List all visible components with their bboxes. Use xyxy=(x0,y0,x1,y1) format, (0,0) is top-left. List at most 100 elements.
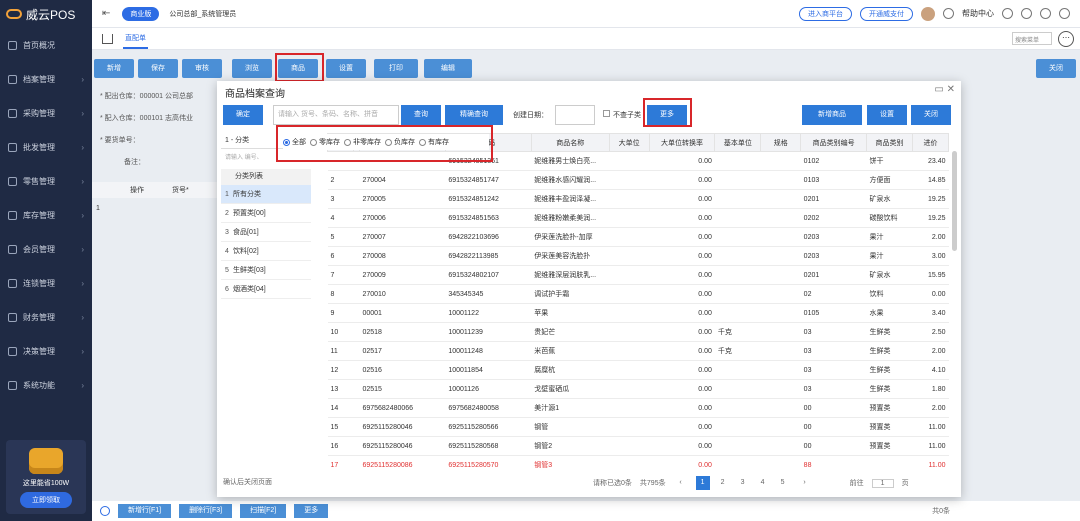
table-cell: 0.00 xyxy=(649,284,715,304)
sidebar-item-1[interactable]: 档案管理 › xyxy=(0,62,92,96)
toolbar-close-button[interactable]: 关闭 xyxy=(1036,59,1076,78)
page-number[interactable]: 5 xyxy=(776,476,790,490)
table-row[interactable]: 5 270007 6942822103696 伊采莲洗脸扑-加厚 0.00 0203 果汁 2… xyxy=(327,227,949,247)
create-date-select[interactable] xyxy=(555,105,595,125)
lock-icon[interactable] xyxy=(1040,8,1051,19)
toolbar-edit-button[interactable]: 编辑 xyxy=(424,59,472,78)
search-input[interactable]: 请输入 货号、条码、名称、拼音 xyxy=(273,105,399,125)
page-number[interactable]: 3 xyxy=(736,476,750,490)
open-pay-button[interactable]: 开通威支付 xyxy=(860,6,913,21)
promo-claim-button[interactable]: 立即领取 xyxy=(20,492,72,508)
query-button[interactable]: 查询 xyxy=(401,105,441,125)
help-icon[interactable] xyxy=(943,8,954,19)
table-row[interactable]: 11 02517 100011248 米芭蕉 0.00 千克 03 生鲜类 2.00 xyxy=(327,341,949,361)
toolbar-audit-button[interactable]: 审核 xyxy=(182,59,222,78)
toolbar-new-button[interactable]: 新增 xyxy=(94,59,134,78)
sidebar-item-10[interactable]: 系统功能 › xyxy=(0,368,92,402)
help-center-link[interactable]: 帮助中心 xyxy=(962,8,994,19)
column-header[interactable]: 大单位 xyxy=(608,133,650,152)
confirm-close-checkbox-label[interactable]: 确认后关闭页面 xyxy=(223,477,272,487)
category-item[interactable]: 4 饮料[02] xyxy=(221,242,311,261)
category-item[interactable]: 6 烟酒类[04] xyxy=(221,280,311,299)
scan-button[interactable]: 扫描[F2] xyxy=(240,504,287,518)
goto-page-input[interactable]: 1 xyxy=(871,478,894,488)
table-cell: 方便面 xyxy=(866,170,913,190)
add-row-button[interactable]: 新增行[F1] xyxy=(118,504,172,518)
table-cell: 4 xyxy=(327,208,354,228)
out-warehouse-value[interactable]: 000001 公司总部 xyxy=(140,93,193,100)
next-page-icon[interactable]: › xyxy=(798,476,812,490)
confirm-button[interactable]: 确定 xyxy=(223,105,263,125)
sidebar-item-9[interactable]: 决策管理 › xyxy=(0,334,92,368)
table-row[interactable]: 10 02518 100011239 贵妃芒 0.00 千克 03 生鲜类 2.50 xyxy=(327,322,949,342)
search-menu-input[interactable]: 搜索菜单 xyxy=(1012,32,1052,45)
table-cell: 6975682480066 xyxy=(359,398,446,418)
close-icon[interactable]: ▭ ✕ xyxy=(934,84,955,95)
column-header[interactable]: 进价 xyxy=(911,133,949,152)
column-header[interactable]: 基本单位 xyxy=(714,133,762,152)
table-row[interactable]: 8 270010 345345345 调试护手霜 0.00 02 饮料 0.00 xyxy=(327,284,949,304)
table-cell: 0.00 xyxy=(649,303,715,323)
refresh-icon[interactable] xyxy=(100,506,110,516)
toolbar-settings-button[interactable]: 设置 xyxy=(326,59,366,78)
toolbar-save-button[interactable]: 保存 xyxy=(138,59,178,78)
in-warehouse-value[interactable]: 000101 志高伟业 xyxy=(140,115,193,122)
sidebar-item-7[interactable]: 连锁管理 › xyxy=(0,266,92,300)
sidebar-item-3[interactable]: 批发管理 › xyxy=(0,130,92,164)
info-icon[interactable] xyxy=(1002,8,1013,19)
page-number[interactable]: 2 xyxy=(716,476,730,490)
power-icon[interactable] xyxy=(1059,8,1070,19)
modal-settings-button[interactable]: 设置 xyxy=(867,105,907,125)
table-row[interactable]: 9 00001 10001122 苹果 0.00 0105 水果 3.40 xyxy=(327,303,949,323)
delete-row-button[interactable]: 删除行[F3] xyxy=(179,504,233,518)
table-row[interactable]: 14 6975682480066 6975682480058 美汁源1 0.00 00 预置… xyxy=(327,398,949,418)
table-scrollbar[interactable] xyxy=(952,151,957,251)
table-row[interactable]: 2 270004 6915324851747 妮维雅水感闪耀润... 0.00 0103 方… xyxy=(327,170,949,190)
table-row[interactable]: 17 6925115280086 6925115280570 钢管3 0.00 88 11.… xyxy=(327,455,949,468)
sidebar-item-6[interactable]: 会员管理 › xyxy=(0,232,92,266)
table-cell: 妮维雅男士焕白亮... xyxy=(531,151,610,171)
more-button[interactable]: 更多 xyxy=(294,504,329,518)
table-cell: 6915324851747 xyxy=(445,170,532,190)
column-header[interactable]: 商品类别 xyxy=(866,133,913,152)
table-row[interactable]: 12 02516 100011854 腐糜杭 0.00 03 生鲜类 4.10 xyxy=(327,360,949,380)
sidebar-item-0[interactable]: 首页概况 xyxy=(0,28,92,62)
modal-close-button[interactable]: 关闭 xyxy=(911,105,951,125)
column-header[interactable]: 大单位转换率 xyxy=(648,133,716,152)
table-row[interactable]: 7 270009 6915324802107 妮维雅深层润肤乳... 0.00 0201 矿… xyxy=(327,265,949,285)
bell-icon[interactable] xyxy=(1021,8,1032,19)
table-row[interactable]: 3 270005 6915324851242 妮维雅丰盈润泽凝... 0.00 0201 矿… xyxy=(327,189,949,209)
sidebar-item-2[interactable]: 采购管理 › xyxy=(0,96,92,130)
add-product-button[interactable]: 新增商品 xyxy=(802,105,862,125)
category-item[interactable]: 3 食品[01] xyxy=(221,223,311,242)
sidebar-item-8[interactable]: 财务管理 › xyxy=(0,300,92,334)
table-row[interactable]: 16 6925115280046 6925115280568 钢管2 0.00 00 预置类… xyxy=(327,436,949,456)
category-item[interactable]: 1 所有分类 xyxy=(221,185,311,204)
no-children-checkbox[interactable] xyxy=(603,110,610,117)
tab-direct-order[interactable]: 直配单 xyxy=(123,29,148,49)
table-row[interactable]: 15 6925115280046 6925115280566 钢管 0.00 00 预置类 1… xyxy=(327,417,949,437)
toolbar-browse-button[interactable]: 浏览 xyxy=(232,59,272,78)
table-cell xyxy=(714,151,761,171)
precise-query-button[interactable]: 精确查询 xyxy=(445,105,503,125)
table-row[interactable]: 4 270006 6915324851563 妮维雅粉嫩柔美润... 0.00 0202 碳… xyxy=(327,208,949,228)
table-row[interactable]: 13 02515 10001126 戈壁蜜硒瓜 0.00 03 生鲜类 1.80 xyxy=(327,379,949,399)
sidebar-item-4[interactable]: 零售管理 › xyxy=(0,164,92,198)
column-header[interactable]: 商品类别编号 xyxy=(800,133,868,152)
page-number[interactable]: 1 xyxy=(695,476,710,490)
column-header[interactable]: 商品名称 xyxy=(530,133,610,152)
table-row[interactable]: 6 270008 6942822113985 伊采莲美容洗脸扑 0.00 0203 果汁 3.… xyxy=(327,246,949,266)
menu-fold-icon[interactable]: ⇤ xyxy=(102,8,110,19)
avatar[interactable] xyxy=(921,6,935,21)
table-cell: 0103 xyxy=(800,170,867,190)
more-icon[interactable]: ⋯ xyxy=(1058,30,1074,47)
category-item[interactable]: 2 预置类[00] xyxy=(221,204,311,223)
sidebar-item-5[interactable]: 库存管理 › xyxy=(0,198,92,232)
prev-page-icon[interactable]: ‹ xyxy=(674,476,688,490)
category-item[interactable]: 5 生鲜类[03] xyxy=(221,261,311,280)
home-icon[interactable] xyxy=(102,33,113,44)
column-header[interactable]: 规格 xyxy=(760,133,802,152)
enter-platform-button[interactable]: 进入商平台 xyxy=(799,6,852,21)
toolbar-print-button[interactable]: 打印 xyxy=(374,59,418,78)
page-number[interactable]: 4 xyxy=(756,476,770,490)
